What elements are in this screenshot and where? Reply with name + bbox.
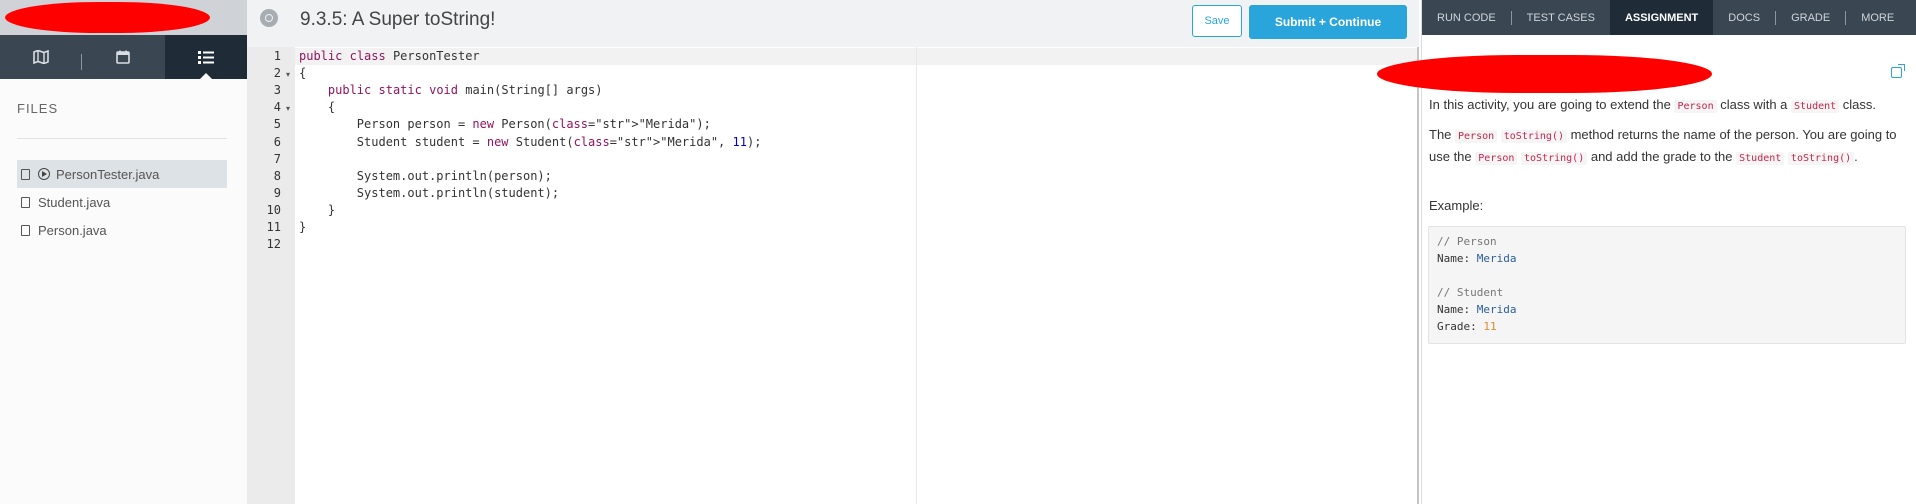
- file-icon: [21, 224, 30, 236]
- example-line: Name: Merida: [1437, 303, 1517, 316]
- calendar-icon: [116, 50, 131, 64]
- line-number: 11: [266, 220, 281, 234]
- line-number: 1: [273, 49, 281, 63]
- editor-header: 9.3.5: A Super toString! Save Submit + C…: [247, 0, 1419, 47]
- example-comment: // Person: [1437, 235, 1497, 248]
- files-heading: FILES: [17, 101, 59, 116]
- assignment-paragraph-1: In this activity, you are going to exten…: [1429, 97, 1877, 113]
- print-margin: [916, 47, 917, 504]
- save-button[interactable]: Save: [1192, 5, 1242, 37]
- line-number: 10: [266, 202, 281, 217]
- code-line: }: [299, 202, 336, 217]
- redacted-heading: [1377, 55, 1712, 93]
- line-number: 12: [266, 237, 281, 252]
- divider: [17, 138, 227, 139]
- fold-arrow-icon[interactable]: ▾: [286, 104, 290, 113]
- example-line: Name: Merida: [1437, 252, 1517, 265]
- file-item-persontester[interactable]: PersonTester.java: [17, 160, 227, 188]
- submit-continue-button[interactable]: Submit + Continue: [1249, 5, 1407, 39]
- line-number-gutter: [247, 47, 295, 504]
- line-number: 8: [273, 168, 281, 183]
- page-title: 9.3.5: A Super toString!: [300, 9, 496, 30]
- sidebar-tab-map[interactable]: [0, 35, 82, 79]
- file-item-person[interactable]: Person.java: [17, 216, 227, 244]
- tab-assignment[interactable]: ASSIGNMENT: [1609, 0, 1714, 35]
- example-code-block: // Person Name: Merida // Student Name: …: [1428, 226, 1906, 344]
- gear-icon[interactable]: [260, 9, 278, 27]
- tab-grade[interactable]: GRADE: [1776, 0, 1845, 35]
- sidebar-tab-files[interactable]: [164, 35, 247, 80]
- file-name: Person.java: [38, 222, 107, 238]
- redacted-user-name: [5, 2, 210, 33]
- file-icon: [21, 196, 30, 208]
- line-number: 5: [273, 117, 281, 132]
- external-link-icon[interactable]: [1891, 64, 1905, 78]
- code-line: System.out.println(person);: [299, 168, 552, 183]
- line-number: 3: [273, 83, 281, 98]
- panel-resizer[interactable]: [1417, 47, 1419, 504]
- map-icon: [33, 50, 49, 64]
- panel-tabs: RUN CODE TEST CASES ASSIGNMENT DOCS GRAD…: [1422, 0, 1916, 35]
- tab-run-code[interactable]: RUN CODE: [1422, 0, 1511, 35]
- code-editor[interactable]: 1 2 ▾ 3 4 ▾ 5 6 7 8 9 10 11 12 public class PersonTes…: [247, 47, 1419, 504]
- tab-docs[interactable]: DOCS: [1713, 0, 1775, 35]
- fold-arrow-icon[interactable]: ▾: [286, 70, 290, 79]
- user-header: [0, 0, 247, 35]
- code-line: {: [299, 66, 307, 81]
- tab-more[interactable]: MORE: [1846, 0, 1909, 35]
- sidebar-tabs: [0, 35, 247, 80]
- file-sidebar: FILES PersonTester.java Student.java Per…: [0, 0, 247, 504]
- file-item-student[interactable]: Student.java: [17, 188, 227, 216]
- code-line: }: [299, 220, 307, 234]
- example-line: Grade: 11: [1437, 320, 1497, 333]
- assignment-paragraph-2: The Person toString() method returns the…: [1429, 127, 1897, 165]
- sidebar-tab-calendar[interactable]: [82, 35, 164, 79]
- code-line: Person person = new Person(class="str">"…: [299, 117, 711, 132]
- line-number: 9: [273, 185, 281, 200]
- list-icon: [197, 50, 214, 64]
- code-line: Student student = new Student(class="str…: [299, 134, 762, 149]
- code-line: public static void main(String[] args): [327, 83, 603, 98]
- file-name: PersonTester.java: [56, 166, 160, 182]
- example-comment: // Student: [1437, 286, 1504, 299]
- tab-divider: [81, 54, 82, 70]
- code-line: System.out.println(student);: [299, 185, 560, 200]
- code-line: {: [299, 100, 336, 115]
- run-icon: [38, 168, 50, 180]
- line-number: 6: [273, 134, 281, 149]
- assignment-panel: RUN CODE TEST CASES ASSIGNMENT DOCS GRAD…: [1377, 0, 1916, 504]
- file-name: Student.java: [38, 194, 111, 210]
- example-label: Example:: [1429, 198, 1484, 213]
- file-icon: [21, 168, 30, 180]
- tab-test-cases[interactable]: TEST CASES: [1512, 0, 1610, 35]
- line-number: 7: [273, 151, 281, 166]
- file-list: PersonTester.java Student.java Person.ja…: [17, 160, 227, 244]
- code-line: public class PersonTester: [299, 49, 480, 63]
